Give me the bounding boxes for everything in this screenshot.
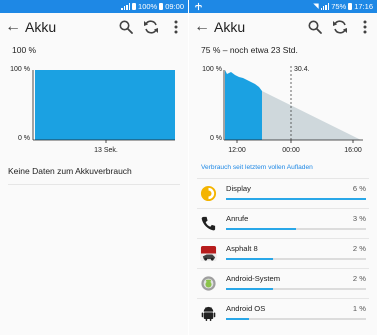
usage-bar-fill: [226, 318, 250, 320]
usage-bar-track: [226, 228, 366, 230]
usage-row-display[interactable]: Display 6 %: [189, 178, 377, 208]
asphalt-game-icon: [200, 245, 217, 262]
more-vert-icon[interactable]: [168, 19, 184, 35]
battery-icon: [132, 3, 137, 10]
usage-bar-track: [226, 258, 366, 260]
projected-battery-area: [262, 91, 361, 140]
usage-bar-fill: [226, 288, 273, 290]
divider: [197, 208, 369, 209]
divider: [197, 178, 369, 179]
app-usage-percent: 1 %: [352, 304, 366, 313]
date-marker-label: 30.4.: [294, 66, 310, 73]
x-tick-label: 12:00: [228, 147, 246, 154]
app-name: Anrufe: [226, 214, 249, 223]
x-tick-label: 13 Sek.: [94, 147, 118, 154]
app-usage-percent: 2 %: [352, 244, 366, 253]
battery-screen-usage: ◥ 75% 17:16 ← Akku 75 % – noch etwa 23 S…: [189, 0, 377, 335]
battery-summary: 75 % – noch etwa 23 Std.: [201, 45, 298, 55]
usage-row-android-os[interactable]: Android OS 1 %: [189, 298, 377, 328]
page-title: Akku: [25, 19, 57, 35]
arrow-back-icon[interactable]: ←: [4, 17, 22, 37]
battery-chart: 100 % 0 % 30.4. 12:00 00:00 16:00: [189, 60, 377, 160]
divider: [197, 298, 369, 299]
battery-level-area: [35, 70, 175, 140]
refresh-icon[interactable]: [332, 19, 348, 35]
status-bar: 100% 09:00: [0, 0, 188, 13]
app-bar: ← Akku: [189, 13, 377, 41]
notification-icon: [194, 0, 203, 13]
usage-row-calls[interactable]: Anrufe 3 %: [189, 208, 377, 238]
divider: [197, 238, 369, 239]
usage-since-full-charge-header: Verbrauch seit letztem vollen Aufladen: [201, 164, 313, 171]
usage-bar-track: [226, 288, 366, 290]
android-system-icon: [201, 276, 216, 291]
app-name: Android-System: [226, 274, 281, 283]
phone-icon: [201, 216, 216, 231]
usage-bar-fill: [226, 258, 273, 260]
app-name: Android OS: [226, 304, 266, 313]
battery-charging-icon: [159, 3, 164, 10]
y-tick-label-bottom: 0 %: [210, 135, 222, 142]
app-usage-percent: 6 %: [352, 184, 366, 193]
divider: [8, 184, 180, 185]
app-bar: ← Akku: [0, 13, 188, 41]
search-icon[interactable]: [307, 19, 323, 35]
refresh-icon[interactable]: [143, 19, 159, 35]
android-icon: [201, 306, 216, 322]
battery-level: 100%: [138, 2, 158, 11]
app-usage-percent: 3 %: [352, 214, 366, 223]
usage-bar-track: [226, 198, 366, 200]
arrow-back-icon[interactable]: ←: [193, 17, 211, 37]
app-name: Display: [226, 184, 251, 193]
usage-bar-fill: [226, 198, 366, 200]
y-tick-label-bottom: 0 %: [18, 135, 30, 142]
no-usage-data-text: Keine Daten zum Akkuverbrauch: [8, 166, 132, 176]
battery-summary: 100 %: [12, 45, 37, 55]
display-icon: [200, 185, 217, 202]
usb-icon: [195, 2, 202, 11]
signal-icon: [121, 3, 131, 10]
battery-chart-svg: 100 % 0 % 30.4. 12:00 00:00 16:00: [202, 66, 363, 154]
battery-icon: [348, 3, 353, 10]
search-icon[interactable]: [118, 19, 134, 35]
usage-row-android-system[interactable]: Android-System 2 %: [189, 268, 377, 298]
app-name: Asphalt 8: [226, 244, 258, 253]
clock: 17:16: [354, 2, 373, 11]
battery-chart-svg: 100 % 0 % 13 Sek.: [10, 66, 175, 154]
status-indicators: ◥ 75% 17:16: [313, 0, 373, 13]
battery-level-area: [225, 70, 262, 140]
app-usage-percent: 2 %: [352, 274, 366, 283]
y-tick-label-top: 100 %: [202, 66, 222, 73]
battery-screen-full: 100% 09:00 ← Akku 100 % 100 % 0 % 13 Sek…: [0, 0, 188, 335]
x-tick-label: 16:00: [344, 147, 362, 154]
signal-icon: [320, 3, 330, 10]
wifi-icon: ◥: [313, 3, 319, 10]
more-vert-icon[interactable]: [357, 19, 373, 35]
page-title: Akku: [214, 19, 246, 35]
status-bar: ◥ 75% 17:16: [189, 0, 377, 13]
clock: 09:00: [165, 2, 184, 11]
battery-level: 75%: [331, 2, 347, 11]
battery-chart: 100 % 0 % 13 Sek.: [0, 60, 188, 160]
usage-row-asphalt[interactable]: Asphalt 8 2 %: [189, 238, 377, 268]
status-indicators: 100% 09:00: [121, 0, 184, 13]
divider: [197, 268, 369, 269]
y-tick-label-top: 100 %: [10, 66, 30, 73]
usage-bar-track: [226, 318, 366, 320]
usage-bar-fill: [226, 228, 296, 230]
x-tick-label: 00:00: [282, 147, 300, 154]
